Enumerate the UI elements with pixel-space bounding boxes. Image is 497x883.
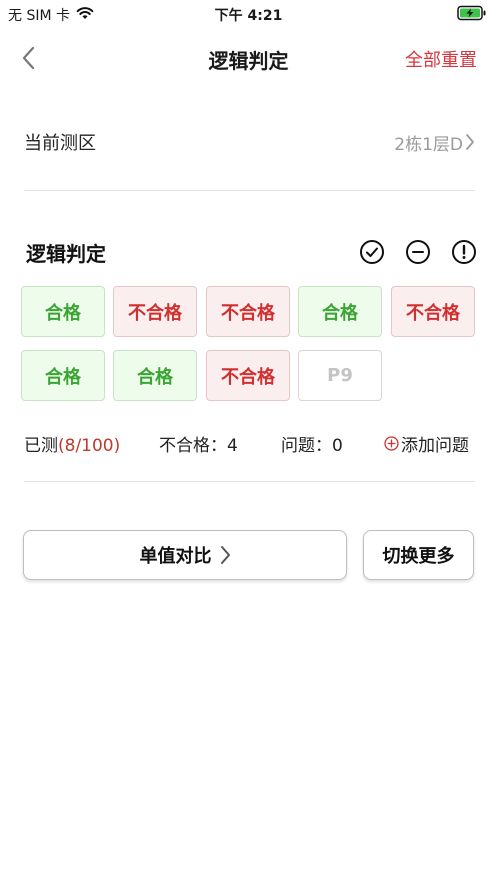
divider: [24, 190, 475, 191]
result-cell[interactable]: 合格: [298, 286, 382, 337]
result-cell[interactable]: 合格: [21, 350, 105, 401]
reset-all-button[interactable]: 全部重置: [405, 46, 477, 72]
add-issue-button[interactable]: 添加问题: [384, 431, 469, 456]
nav-bar: 逻辑判定 全部重置: [0, 36, 497, 80]
result-cell[interactable]: 不合格: [206, 286, 290, 337]
section-header: 逻辑判定: [26, 234, 478, 270]
chevron-right-icon: [466, 134, 474, 150]
current-area-value-wrap: 2栋1层D: [394, 130, 475, 155]
back-button[interactable]: [14, 44, 42, 72]
stats-row: 已测(8/100) 不合格：4 问题：0 添加问题: [24, 428, 476, 458]
fail-count: 不合格：4: [159, 435, 238, 456]
current-area-value: 2栋1层D: [394, 134, 463, 155]
current-area-row[interactable]: 当前测区 2栋1层D: [24, 122, 475, 162]
current-area-label: 当前测区: [24, 133, 96, 154]
switch-more-button[interactable]: 切换更多: [363, 530, 474, 580]
add-issue-label: 添加问题: [401, 435, 469, 456]
measured-value: (8/100): [58, 435, 121, 456]
status-bar: 无 SIM 卡 下午 4:21: [0, 0, 497, 28]
issue-count: 问题：0: [281, 435, 343, 456]
measured-label: 已测: [24, 435, 58, 456]
chevron-right-icon: [220, 546, 230, 564]
judgement-tools: [358, 238, 478, 266]
chevron-left-icon: [22, 46, 35, 70]
compare-label: 单值对比: [139, 546, 212, 567]
exclamation-circle-icon[interactable]: [450, 238, 478, 266]
divider: [24, 481, 475, 482]
switch-label: 切换更多: [382, 546, 455, 567]
result-cell[interactable]: 不合格: [206, 350, 290, 401]
plus-circle-icon: [384, 435, 399, 451]
minus-circle-icon[interactable]: [404, 238, 432, 266]
result-cell[interactable]: 不合格: [391, 286, 475, 337]
single-value-compare-button[interactable]: 单值对比: [23, 530, 347, 580]
battery-charging-icon: [457, 5, 487, 25]
status-time: 下午 4:21: [214, 8, 283, 24]
measured-count: 已测(8/100): [24, 431, 159, 456]
result-cell[interactable]: 不合格: [113, 286, 197, 337]
result-cell[interactable]: P9: [298, 350, 382, 401]
result-cell[interactable]: 合格: [113, 350, 197, 401]
check-circle-icon[interactable]: [358, 238, 386, 266]
result-cell[interactable]: 合格: [21, 286, 105, 337]
section-title: 逻辑判定: [26, 241, 106, 266]
